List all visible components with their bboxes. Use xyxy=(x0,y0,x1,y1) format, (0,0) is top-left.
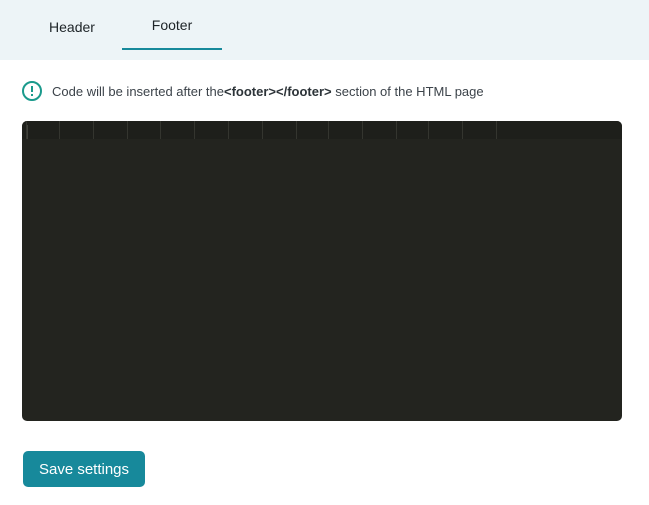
ruler-tick xyxy=(93,121,94,139)
tab-footer-label: Footer xyxy=(151,17,193,33)
notice-code-tag: <footer></footer> xyxy=(223,83,332,99)
code-editor[interactable] xyxy=(22,121,622,421)
ruler-tick xyxy=(296,121,297,139)
ruler-tick xyxy=(462,121,463,139)
insertion-notice: Code will be inserted after the <footer>… xyxy=(22,80,484,102)
ruler-tick xyxy=(228,121,229,139)
ruler-tick xyxy=(127,121,128,139)
ruler-tick xyxy=(496,121,497,139)
tab-bar: Header Footer xyxy=(0,0,649,60)
tab-header[interactable]: Header xyxy=(22,2,122,52)
tab-header-label: Header xyxy=(49,19,95,35)
ruler-tick xyxy=(194,121,195,139)
tab-footer[interactable]: Footer xyxy=(122,0,222,50)
notice-text-before: Code will be inserted after the xyxy=(52,83,224,99)
active-tab-indicator xyxy=(122,48,222,50)
save-settings-button[interactable]: Save settings xyxy=(23,451,145,487)
notice-text-after: section of the HTML page xyxy=(331,83,484,99)
editor-gutter-ruler xyxy=(22,121,622,139)
ruler-tick xyxy=(59,121,60,139)
ruler-tick xyxy=(262,121,263,139)
ruler-tick xyxy=(160,121,161,139)
info-circle-icon xyxy=(22,81,42,101)
ruler-tick xyxy=(328,121,329,139)
ruler-tick xyxy=(428,121,429,139)
editor-cursor xyxy=(27,125,28,139)
ruler-tick xyxy=(362,121,363,139)
ruler-tick xyxy=(396,121,397,139)
